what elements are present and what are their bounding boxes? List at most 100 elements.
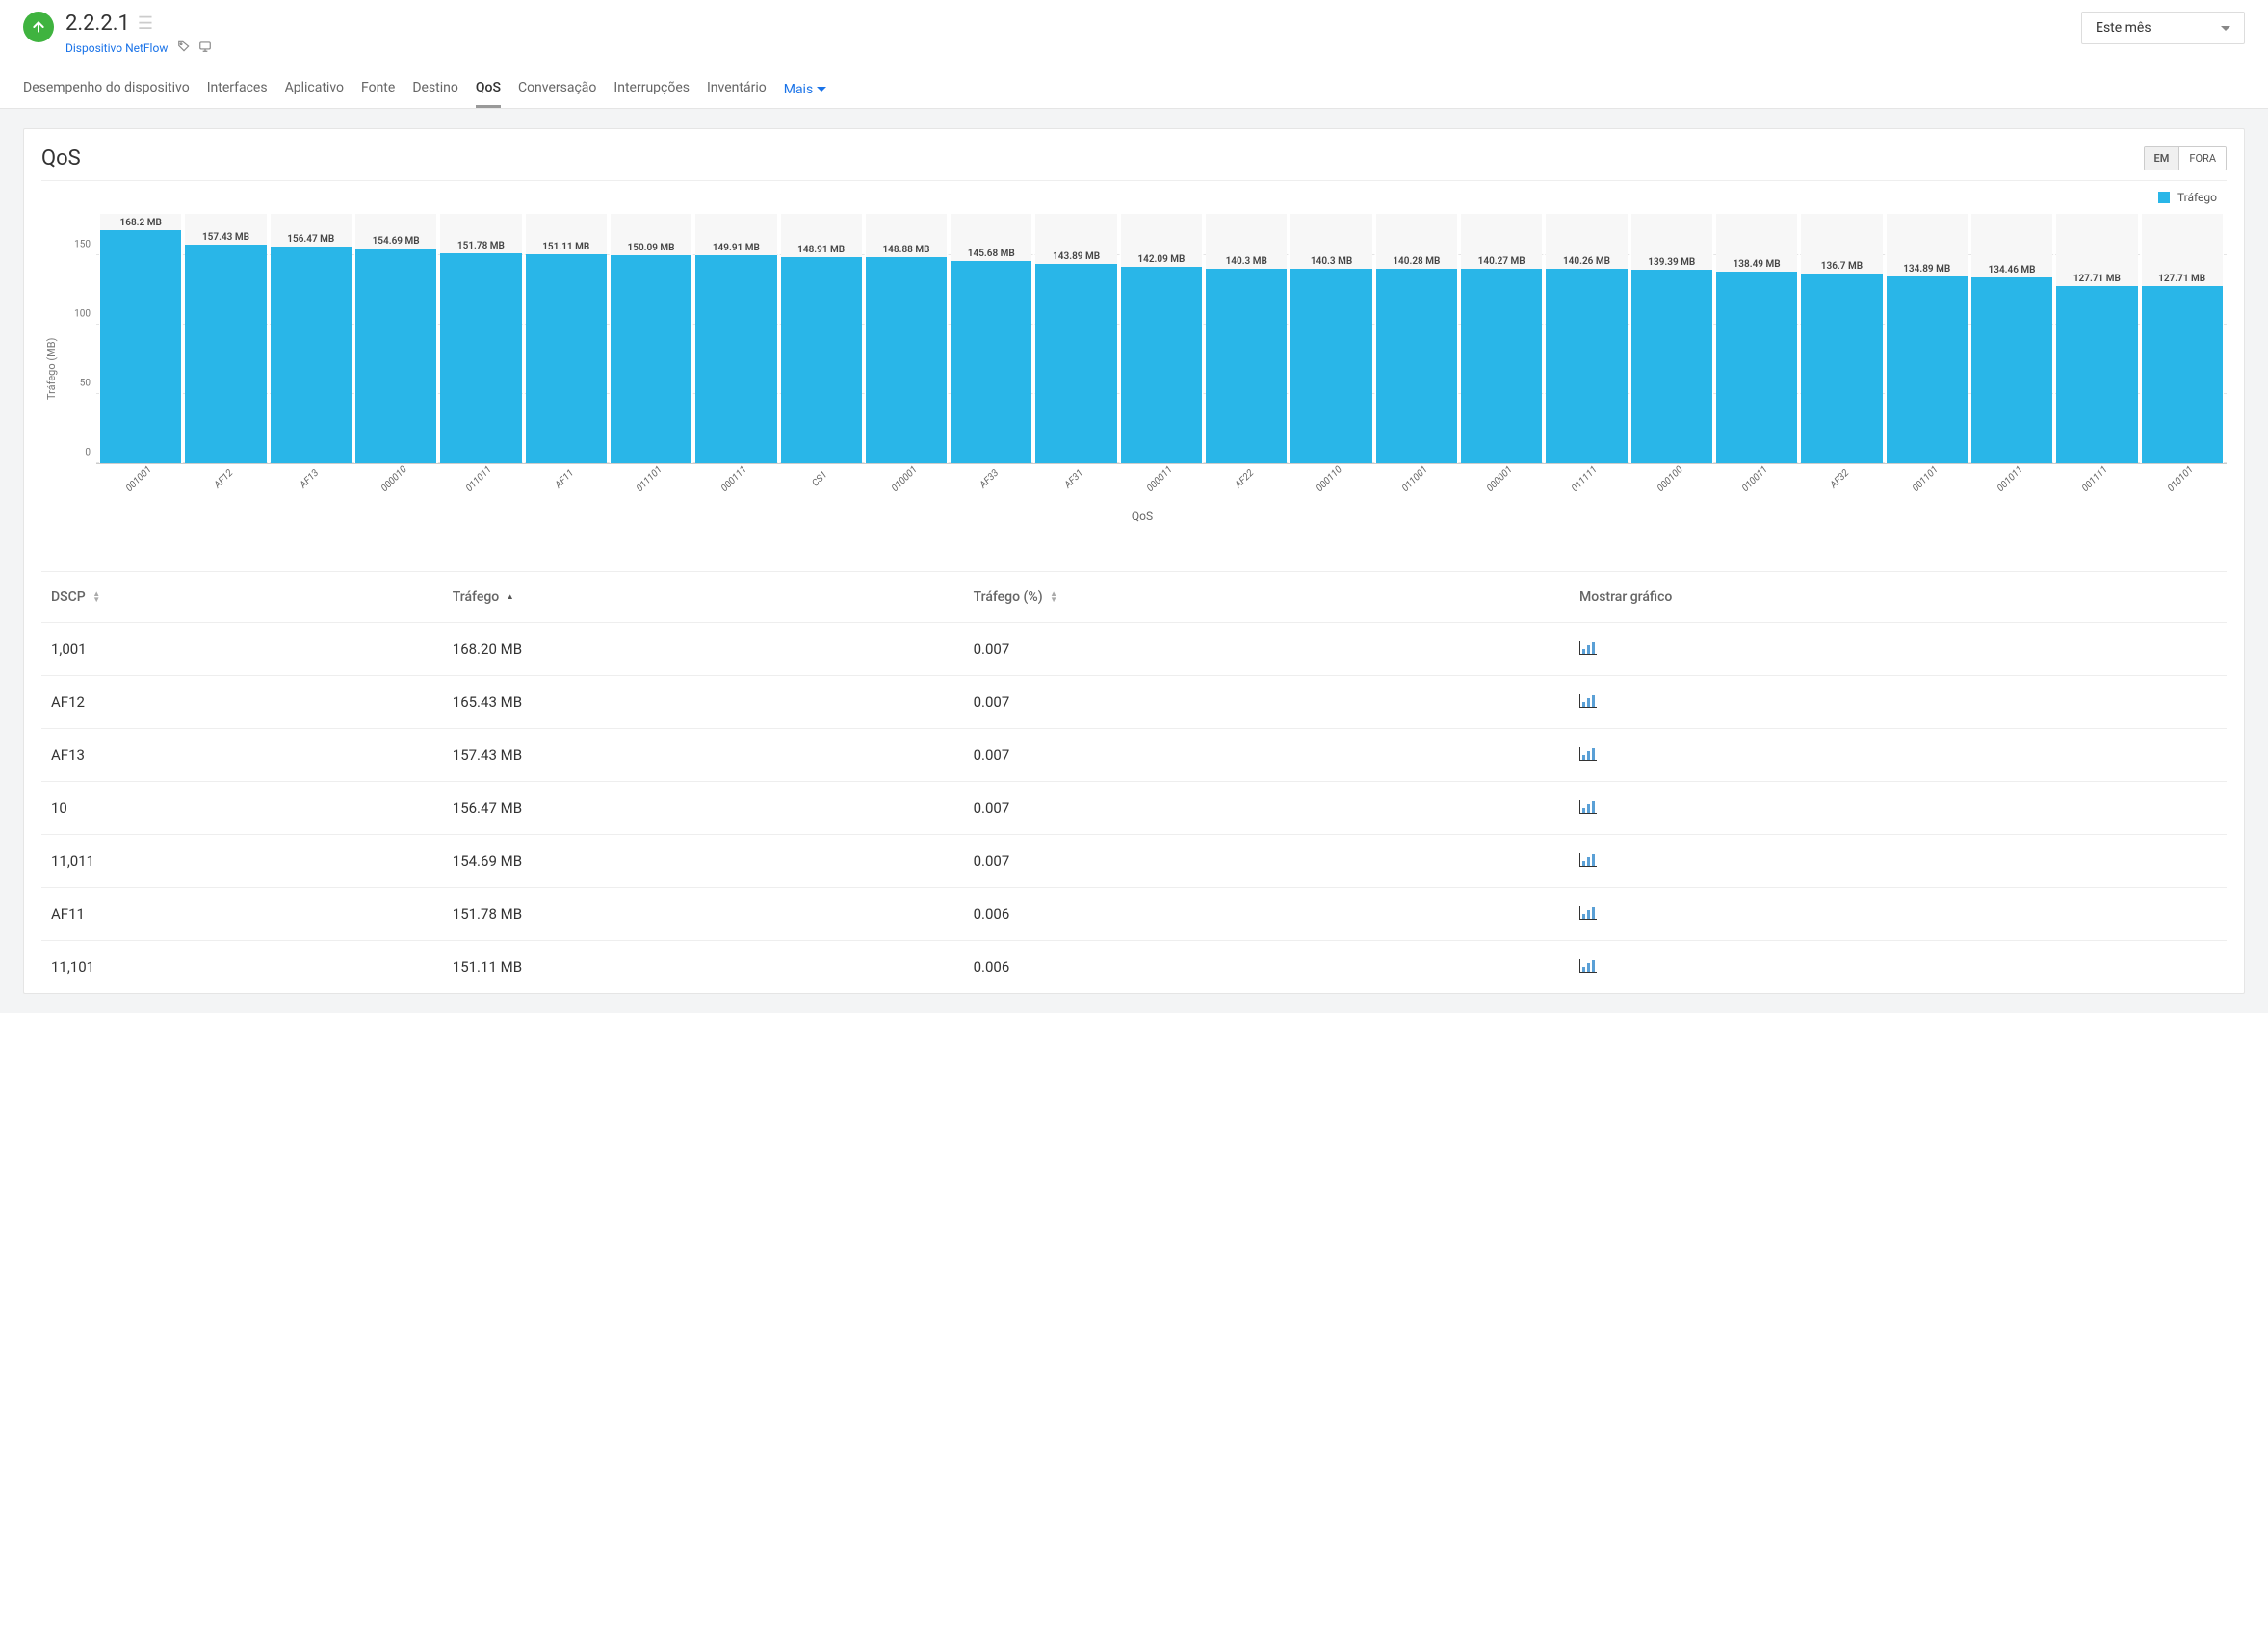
cell-trafego: 151.11 MB — [443, 941, 964, 994]
bar[interactable]: 139.39 MB — [1631, 214, 1712, 463]
bar[interactable]: 143.89 MB — [1035, 214, 1116, 463]
bar-value-label: 127.71 MB — [2158, 274, 2205, 284]
bar[interactable]: 151.78 MB — [440, 214, 521, 463]
tab-conv[interactable]: Conversação — [518, 80, 596, 108]
bar[interactable]: 145.68 MB — [951, 214, 1031, 463]
device-type-link[interactable]: Dispositivo NetFlow — [65, 41, 168, 55]
bar-value-label: 151.78 MB — [457, 241, 505, 251]
tab-interfaces[interactable]: Interfaces — [207, 80, 268, 108]
bar[interactable]: 148.88 MB — [866, 214, 947, 463]
bar-value-label: 134.46 MB — [1989, 265, 2036, 275]
tab-source[interactable]: Fonte — [361, 80, 395, 108]
bar[interactable]: 149.91 MB — [695, 214, 776, 463]
bar[interactable]: 168.2 MB — [100, 214, 181, 463]
tag-icon[interactable] — [177, 39, 191, 57]
tab-perf[interactable]: Desempenho do dispositivo — [23, 80, 190, 108]
toggle-em-button[interactable]: EM — [2145, 147, 2179, 170]
bar[interactable]: 127.71 MB — [2142, 214, 2223, 463]
time-range-select[interactable]: Este mês — [2081, 12, 2245, 44]
chevron-down-icon — [2221, 26, 2230, 31]
cell-mostrar — [1570, 941, 2227, 994]
bar[interactable]: 134.89 MB — [1887, 214, 1968, 463]
tab-interrupt[interactable]: Interrupções — [613, 80, 690, 108]
cell-trafego-pct: 0.007 — [964, 676, 1570, 729]
bar[interactable]: 136.7 MB — [1801, 214, 1882, 463]
bar[interactable]: 140.3 MB — [1206, 214, 1287, 463]
table-row: 11,011154.69 MB0.007 — [41, 835, 2227, 888]
legend-label: Tráfego — [2177, 191, 2217, 204]
toggle-fora-button[interactable]: FORA — [2178, 147, 2226, 170]
bar-value-label: 157.43 MB — [202, 232, 249, 243]
bar-value-label: 140.3 MB — [1226, 256, 1267, 267]
bar-value-label: 127.71 MB — [2073, 274, 2121, 284]
cell-dscp: 11,101 — [41, 941, 443, 994]
menu-icon[interactable]: ☰ — [138, 13, 153, 34]
show-chart-icon[interactable] — [1579, 853, 1597, 867]
qos-table: DSCP ▲▼ Tráfego ▲ Tráfego (%) ▲▼ Mostr — [41, 572, 2227, 993]
device-title: 2.2.2.1 — [65, 12, 130, 36]
show-chart-icon[interactable] — [1579, 906, 1597, 920]
cell-dscp: AF12 — [41, 676, 443, 729]
bar[interactable]: 157.43 MB — [185, 214, 266, 463]
cell-dscp: AF13 — [41, 729, 443, 782]
bar[interactable]: 148.91 MB — [781, 214, 862, 463]
show-chart-icon[interactable] — [1579, 694, 1597, 708]
bar[interactable]: 134.46 MB — [1971, 214, 2052, 463]
show-chart-icon[interactable] — [1579, 747, 1597, 761]
cell-mostrar — [1570, 623, 2227, 676]
bar-value-label: 140.26 MB — [1563, 256, 1610, 267]
bar-value-label: 140.27 MB — [1478, 256, 1525, 267]
bar-value-label: 154.69 MB — [373, 236, 420, 247]
bar[interactable]: 156.47 MB — [271, 214, 352, 463]
bar-value-label: 145.68 MB — [968, 249, 1015, 259]
bar[interactable]: 150.09 MB — [611, 214, 691, 463]
note-icon[interactable] — [198, 39, 212, 57]
show-chart-icon[interactable] — [1579, 800, 1597, 814]
bar[interactable]: 154.69 MB — [355, 214, 436, 463]
bar-value-label: 139.39 MB — [1648, 257, 1695, 268]
cell-trafego-pct: 0.007 — [964, 782, 1570, 835]
direction-toggle: EM FORA — [2144, 146, 2227, 170]
show-chart-icon[interactable] — [1579, 641, 1597, 655]
bar[interactable]: 140.3 MB — [1290, 214, 1371, 463]
cell-dscp: 11,011 — [41, 835, 443, 888]
cell-trafego-pct: 0.006 — [964, 941, 1570, 994]
table-row: 10156.47 MB0.007 — [41, 782, 2227, 835]
cell-trafego: 157.43 MB — [443, 729, 964, 782]
y-tick: 50 — [58, 379, 91, 389]
cell-trafego-pct: 0.006 — [964, 888, 1570, 941]
bar[interactable]: 127.71 MB — [2056, 214, 2137, 463]
bar-value-label: 150.09 MB — [628, 243, 675, 253]
bar[interactable]: 138.49 MB — [1716, 214, 1797, 463]
cell-trafego: 168.20 MB — [443, 623, 964, 676]
bar-value-label: 142.09 MB — [1137, 254, 1185, 265]
bar[interactable]: 142.09 MB — [1121, 214, 1202, 463]
bar[interactable]: 140.26 MB — [1546, 214, 1627, 463]
sort-icon: ▲▼ — [1050, 591, 1057, 603]
cell-dscp: 10 — [41, 782, 443, 835]
table-row: 11,101151.11 MB0.006 — [41, 941, 2227, 994]
tab-more[interactable]: Mais — [784, 80, 826, 108]
col-trafego-pct[interactable]: Tráfego (%) ▲▼ — [964, 572, 1570, 623]
tab-dest[interactable]: Destino — [412, 80, 458, 108]
cell-trafego-pct: 0.007 — [964, 623, 1570, 676]
cell-mostrar — [1570, 676, 2227, 729]
tab-inventory[interactable]: Inventário — [707, 80, 767, 108]
legend-swatch — [2158, 192, 2170, 203]
y-tick: 0 — [58, 448, 91, 458]
bar[interactable]: 140.27 MB — [1461, 214, 1542, 463]
bar[interactable]: 140.28 MB — [1376, 214, 1457, 463]
x-axis-label: QoS — [58, 510, 2227, 523]
bar-value-label: 136.7 MB — [1821, 261, 1863, 272]
bar[interactable]: 151.11 MB — [526, 214, 607, 463]
col-trafego[interactable]: Tráfego ▲ — [443, 572, 964, 623]
sort-icon: ▲ — [507, 594, 514, 600]
table-row: AF11151.78 MB0.006 — [41, 888, 2227, 941]
bar-value-label: 156.47 MB — [287, 234, 334, 245]
tab-app[interactable]: Aplicativo — [285, 80, 344, 108]
bar-value-label: 168.2 MB — [120, 218, 162, 228]
tab-qos[interactable]: QoS — [476, 80, 501, 108]
col-dscp[interactable]: DSCP ▲▼ — [41, 572, 443, 623]
bar-value-label: 140.28 MB — [1393, 256, 1440, 267]
show-chart-icon[interactable] — [1579, 959, 1597, 973]
